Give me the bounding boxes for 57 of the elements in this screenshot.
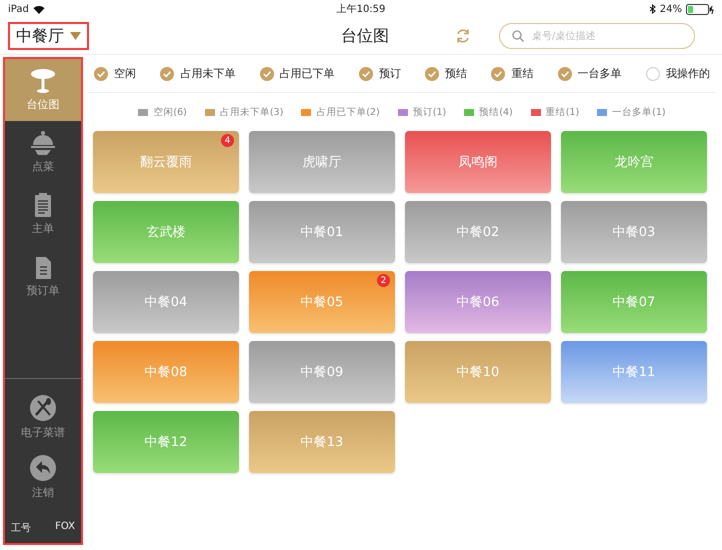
count-badge: 4	[221, 134, 234, 147]
filter-checkbox[interactable]: 预订	[358, 66, 401, 81]
table-tile[interactable]: 中餐09	[249, 341, 395, 403]
table-tile[interactable]: 中餐11	[561, 341, 707, 403]
nav-item[interactable]: 台位图	[5, 59, 81, 121]
page-title: 台位图	[340, 26, 390, 46]
nav-item[interactable]: 预订单	[5, 245, 81, 307]
table-tile[interactable]: 中餐07	[561, 271, 707, 333]
nav-item[interactable]: 主单	[5, 183, 81, 245]
table-tile[interactable]: 中餐13	[249, 411, 395, 473]
search-field[interactable]: 桌号/桌位描述	[499, 23, 695, 49]
table-icon	[29, 68, 57, 94]
nav-item[interactable]: 电子菜谱	[5, 387, 81, 447]
nav-item[interactable]: 注销	[5, 447, 81, 507]
wifi-icon	[32, 4, 45, 14]
restaurant-dropdown[interactable]: 中餐厅	[8, 22, 89, 50]
bluetooth-icon	[648, 4, 656, 14]
filter-checkbox[interactable]: 一台多单	[558, 66, 622, 81]
battery-icon	[686, 4, 714, 14]
filter-checkbox[interactable]: 重结	[491, 66, 534, 81]
legend-label: 占用已下单(2)	[316, 106, 380, 118]
battery-percent: 24%	[660, 4, 682, 14]
legend-label: 重结(1)	[546, 106, 580, 118]
cloche-icon	[29, 130, 57, 156]
table-tile[interactable]: 中餐08	[93, 341, 239, 403]
legend-label: 预结(4)	[479, 106, 513, 118]
filter-checkbox[interactable]: 我操作的	[646, 66, 710, 81]
table-tile[interactable]: 中餐10	[405, 341, 551, 403]
filter-checkbox[interactable]: 占用已下单	[260, 66, 335, 81]
table-tile[interactable]: 中餐02	[405, 201, 551, 263]
table-tile[interactable]: 玄武楼	[93, 201, 239, 263]
table-tile[interactable]: 中餐01	[249, 201, 395, 263]
legend-label: 占用未下单(3)	[220, 106, 284, 118]
caret-icon	[70, 32, 81, 40]
table-tile[interactable]: 龙吟宫	[561, 131, 707, 193]
filter-checkbox[interactable]: 占用未下单	[160, 66, 236, 81]
device-name: iPad	[8, 4, 29, 14]
table-tile[interactable]: 中餐12	[93, 411, 239, 473]
staff-name: FOX	[55, 521, 75, 534]
filter-checkbox[interactable]: 空闲	[94, 66, 136, 81]
fork-knife-icon	[29, 394, 57, 422]
table-tile[interactable]: 中餐06	[405, 271, 551, 333]
table-tile[interactable]: 虎啸厅	[249, 131, 395, 193]
table-tile[interactable]: 翻云覆雨 4	[93, 131, 239, 193]
legend-label: 空闲(6)	[153, 106, 187, 118]
clock-time: 上午10:59	[336, 2, 386, 16]
table-tile[interactable]: 中餐03	[561, 201, 707, 263]
staff-label: 工号	[11, 522, 31, 535]
table-tile[interactable]: 凤鸣阁	[405, 131, 551, 193]
filter-checkbox[interactable]: 预结	[425, 66, 468, 81]
table-tile[interactable]: 中餐04	[93, 271, 239, 333]
legend-label: 一台多单(1)	[612, 106, 666, 118]
count-badge: 2	[377, 274, 390, 287]
table-tile[interactable]: 中餐05 2	[249, 271, 395, 333]
search-icon	[512, 30, 524, 42]
nav-item[interactable]: 点菜	[5, 121, 81, 183]
legend-label: 预订(1)	[412, 106, 446, 118]
